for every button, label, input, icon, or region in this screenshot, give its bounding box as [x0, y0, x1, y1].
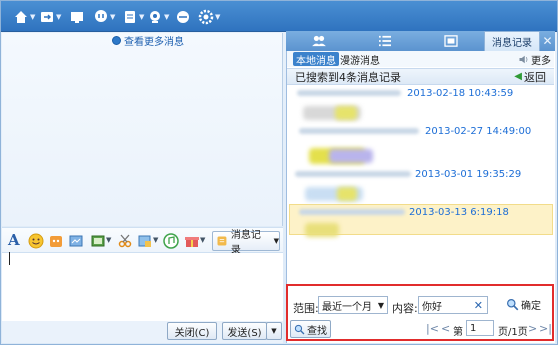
speaker-icon [519, 55, 528, 63]
home-icon[interactable]: ▼ [13, 8, 35, 26]
sender-name-redacted [299, 128, 419, 134]
gift-icon[interactable] [184, 233, 200, 249]
edit-toolbar: A ▼ ▼ ▼ 消息记录 ▼ [2, 227, 283, 256]
history-subtabs: 本地消息 漫游消息 更多 [287, 51, 554, 67]
message-record[interactable]: 2013-02-18 10:43:59 [287, 86, 554, 120]
font-icon[interactable]: A [8, 231, 24, 249]
message-record[interactable]: 2013-03-01 19:35:29 [287, 167, 554, 201]
toolbar: ▼ ▼ ▼ ▼ ▼ ▼ [1, 1, 557, 32]
clear-icon[interactable]: ✕ [474, 299, 483, 312]
sender-name-redacted [295, 171, 411, 177]
find-button[interactable]: 查找 [290, 320, 331, 338]
back-link[interactable]: ◀ 返回 [514, 69, 546, 85]
record-time: 2013-03-13 6:19:18 [409, 206, 509, 218]
clock-icon [112, 35, 121, 45]
search-icon [294, 324, 305, 334]
view-more-messages-link[interactable]: 查看更多消息 [112, 33, 184, 48]
message-history-button[interactable]: 消息记录 ▼ [212, 230, 280, 256]
music-icon[interactable] [163, 233, 179, 249]
screenshot-dropdown-icon[interactable]: ▼ [153, 236, 158, 244]
message-content-redacted [335, 106, 357, 120]
more-button[interactable]: 更多 [515, 52, 554, 67]
record-time: 2013-03-01 19:35:29 [415, 168, 522, 180]
group-icon [312, 35, 326, 47]
last-page-icon[interactable]: >| [539, 322, 552, 335]
range-select[interactable]: 最近一个月 ▼ [318, 296, 388, 314]
voice-icon[interactable]: ▼ [93, 8, 115, 26]
image-dropdown-icon[interactable]: ▼ [106, 236, 111, 244]
screen-icon[interactable] [69, 8, 85, 26]
transfer-icon[interactable]: ▼ [39, 8, 61, 26]
text-cursor [9, 252, 10, 265]
scissors-icon[interactable] [117, 233, 133, 249]
app-icon[interactable] [175, 8, 191, 26]
message-input[interactable] [2, 253, 283, 321]
search-status-bar: 已搜索到4条消息记录 ◀ 返回 [287, 68, 554, 85]
first-page-icon[interactable]: |< [426, 322, 439, 335]
close-button[interactable]: 关闭(C) [167, 322, 217, 340]
record-time: 2013-02-27 14:49:00 [425, 125, 532, 137]
message-content-redacted [305, 223, 339, 237]
message-record-selected[interactable]: 2013-03-13 6:19:18 [287, 205, 554, 237]
sender-name-redacted [299, 209, 405, 215]
image-icon[interactable] [90, 233, 106, 249]
prev-page-icon[interactable]: < [441, 322, 450, 335]
range-label: 范围: [293, 302, 319, 315]
content-input[interactable]: 你好 ✕ [418, 296, 488, 314]
record-time: 2013-02-18 10:43:59 [407, 87, 514, 99]
list-icon [379, 35, 391, 47]
next-page-icon[interactable]: > [528, 322, 537, 335]
tab-local-messages[interactable]: 本地消息 [293, 52, 339, 67]
search-status-text: 已搜索到4条消息记录 [295, 70, 401, 84]
message-display-area [2, 33, 283, 226]
message-content-redacted [337, 187, 357, 201]
history-search-panel: 范围: 最近一个月 ▼ 内容: 你好 ✕ 确定 查找 |< < 第 1 页/1页… [286, 284, 554, 341]
back-arrow-icon: ◀ [514, 71, 522, 82]
send-options-button[interactable]: ▼ [266, 322, 282, 340]
gift-dropdown-icon[interactable]: ▼ [200, 236, 205, 244]
page-prefix: 第 [453, 327, 463, 338]
tab-contacts[interactable] [286, 31, 352, 51]
message-records: 2013-02-18 10:43:59 2013-02-27 14:49:00 … [287, 86, 554, 237]
send-button[interactable]: 发送(S) [222, 322, 267, 340]
right-tabs: 消息记录 ✕ [286, 31, 555, 51]
history-dropdown-icon: ▼ [273, 237, 279, 245]
send-bar: 关闭(C) 发送(S) ▼ [2, 321, 283, 343]
search-icon [507, 299, 519, 311]
window-icon [444, 35, 458, 47]
shake-icon[interactable] [68, 233, 84, 249]
settings-icon[interactable]: ▼ [198, 8, 220, 26]
emoji-icon[interactable] [28, 233, 44, 249]
close-panel-icon[interactable]: ✕ [540, 31, 555, 51]
sender-name-redacted [297, 90, 401, 96]
tab-message-history[interactable]: 消息记录 [484, 31, 540, 51]
confirm-button[interactable]: 确定 [506, 297, 541, 312]
chevron-down-icon: ▼ [377, 300, 384, 310]
history-icon [217, 236, 227, 246]
tab-window[interactable] [418, 31, 484, 51]
page-number-input[interactable]: 1 [466, 320, 494, 336]
magic-emoji-icon[interactable] [48, 233, 64, 249]
tab-roaming-messages[interactable]: 漫游消息 [337, 52, 383, 67]
content-label: 内容: [392, 302, 418, 315]
screenshot-icon[interactable] [137, 233, 153, 249]
page-total: 页/1页 [498, 327, 528, 338]
file-icon[interactable]: ▼ [122, 8, 144, 26]
message-content-redacted [329, 149, 373, 163]
message-record[interactable]: 2013-02-27 14:49:00 [287, 124, 554, 164]
camera-icon[interactable]: ▼ [147, 8, 169, 26]
tab-list[interactable] [352, 31, 418, 51]
